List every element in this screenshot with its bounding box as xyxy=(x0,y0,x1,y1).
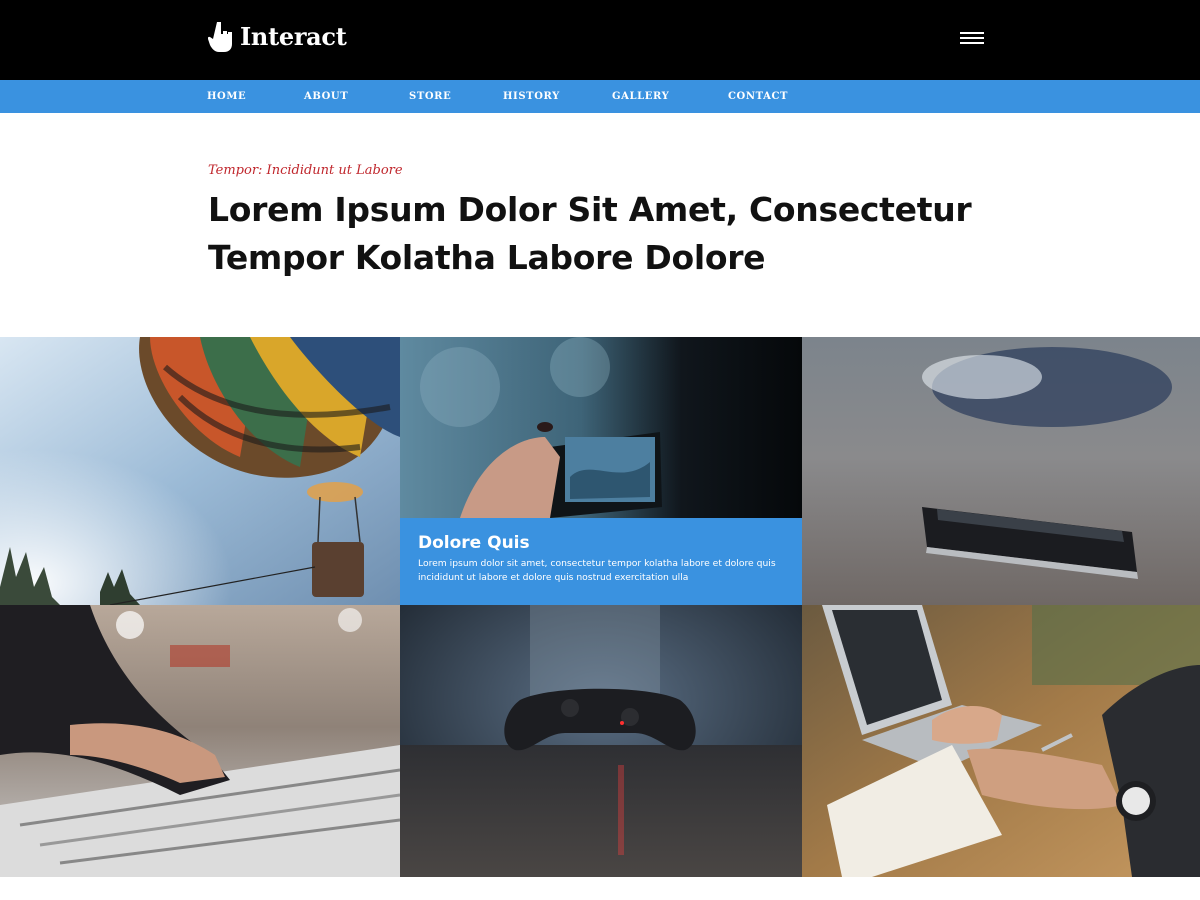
nav-item-history[interactable]: HISTORY xyxy=(503,80,560,113)
nav-item-gallery[interactable]: GALLERY xyxy=(612,80,669,113)
photo-gallery: Dolore Quis Lorem ipsum dolor sit amet, … xyxy=(0,337,1200,877)
top-bar: Interact xyxy=(0,0,1200,80)
main-nav: HOME ABOUT STORE HISTORY GALLERY CONTACT xyxy=(0,80,1200,113)
nav-item-contact[interactable]: CONTACT xyxy=(728,80,788,113)
caption-title: Dolore Quis xyxy=(418,533,530,553)
nav-item-about[interactable]: ABOUT xyxy=(304,80,348,113)
hero-kicker: Tempor: Incididunt ut Labore xyxy=(208,163,403,178)
game-controller-photo[interactable] xyxy=(400,605,802,877)
page-title: Lorem Ipsum Dolor Sit Amet, Consectetur … xyxy=(208,190,972,277)
nav-item-store[interactable]: STORE xyxy=(409,80,451,113)
hand-holding-smartphone-photo[interactable] xyxy=(400,337,802,518)
smartphone-on-table-photo[interactable] xyxy=(802,337,1200,605)
hamburger-menu-icon[interactable] xyxy=(960,32,988,52)
featured-caption-card[interactable]: Dolore Quis Lorem ipsum dolor sit amet, … xyxy=(400,518,802,605)
hot-air-balloon-photo[interactable] xyxy=(0,337,400,605)
caption-text: Lorem ipsum dolor sit amet, consectetur … xyxy=(418,558,776,583)
logo[interactable]: Interact xyxy=(208,18,347,54)
nav-item-home[interactable]: HOME xyxy=(207,80,246,113)
writing-in-notebook-photo[interactable] xyxy=(802,605,1200,877)
pointing-hand-icon xyxy=(208,22,232,52)
logo-text: Interact xyxy=(240,21,347,51)
mixing-console-photo[interactable] xyxy=(0,605,400,877)
